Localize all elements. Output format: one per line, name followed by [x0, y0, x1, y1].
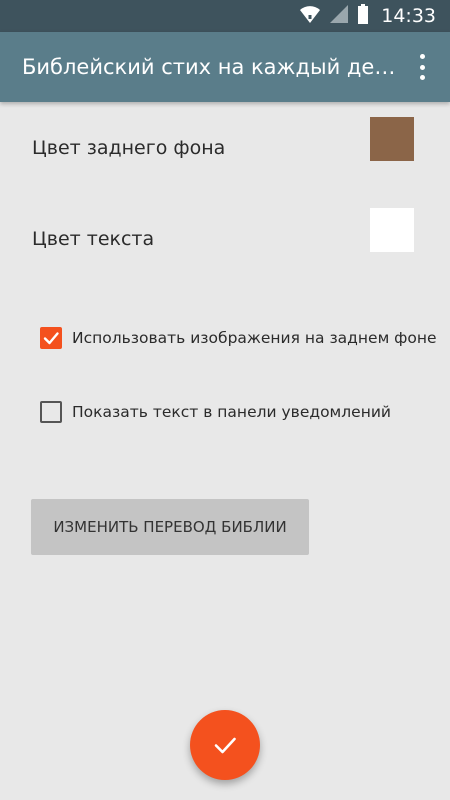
confirm-fab[interactable] — [190, 710, 260, 780]
text-color-label: Цвет текста — [32, 228, 155, 250]
background-color-preference[interactable]: Цвет заднего фона — [0, 113, 450, 183]
check-icon — [214, 737, 236, 754]
use-background-images-label: Использовать изображения на заднем фоне — [72, 329, 437, 347]
use-background-images-checkbox[interactable] — [40, 327, 62, 349]
signal-icon — [329, 4, 349, 28]
checkmark-icon — [43, 332, 59, 345]
use-background-images-option[interactable]: Использовать изображения на заднем фоне — [0, 318, 450, 358]
text-color-preference[interactable]: Цвет текста — [0, 204, 450, 274]
battery-icon — [357, 4, 369, 28]
wifi-icon — [299, 4, 321, 28]
app-title: Библейский стих на каждый день — [22, 55, 397, 79]
change-bible-translation-button[interactable]: ИЗМЕНИТЬ ПЕРЕВОД БИБЛИИ — [31, 499, 309, 555]
status-icons: 14:33 — [299, 0, 436, 32]
app-bar: Библейский стих на каждый день — [0, 32, 450, 102]
background-color-swatch[interactable] — [370, 117, 414, 161]
status-time: 14:33 — [381, 5, 436, 27]
text-color-swatch[interactable] — [370, 208, 414, 252]
show-in-notification-option[interactable]: Показать текст в панели уведомлений — [0, 392, 450, 432]
show-in-notification-label: Показать текст в панели уведомлений — [72, 403, 391, 421]
more-vert-icon[interactable] — [410, 54, 434, 80]
background-color-label: Цвет заднего фона — [32, 137, 226, 159]
status-bar: 14:33 — [0, 0, 450, 32]
show-in-notification-checkbox[interactable] — [40, 401, 62, 423]
